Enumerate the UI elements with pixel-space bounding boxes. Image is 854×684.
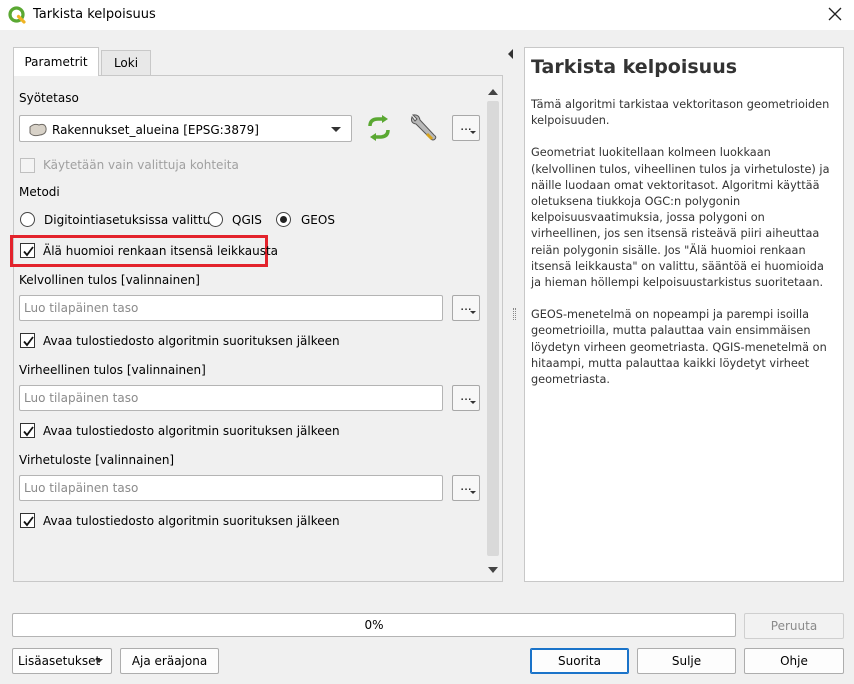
error-output-options-button[interactable]: ... xyxy=(452,475,480,501)
collapse-help-arrow-icon[interactable] xyxy=(508,49,513,59)
method-option-qgis: QGIS xyxy=(232,213,262,227)
input-layer-combobox[interactable]: Rakennukset_alueina [EPSG:3879] xyxy=(19,115,352,142)
error-output-input[interactable] xyxy=(20,476,442,500)
selected-only-label: Käytetään vain valittuja kohteita xyxy=(43,158,239,172)
chevron-down-icon xyxy=(470,401,476,404)
run-button[interactable]: Suorita xyxy=(530,648,629,674)
input-layer-label: Syötetaso xyxy=(19,91,79,105)
window-title: Tarkista kelpoisuus xyxy=(33,7,156,22)
invalid-output-options-button[interactable]: ... xyxy=(452,385,480,411)
input-layer-options-button[interactable]: ... xyxy=(452,115,480,141)
method-radio-qgis[interactable] xyxy=(208,212,223,227)
scroll-down-arrow-icon[interactable] xyxy=(488,567,498,573)
help-panel: Tarkista kelpoisuus Tämä algoritmi tarki… xyxy=(524,47,844,582)
advanced-button[interactable]: Lisäasetukset xyxy=(12,648,112,674)
check-icon xyxy=(23,426,34,437)
help-title: Tarkista kelpoisuus xyxy=(531,56,738,78)
valid-output-label: Kelvollinen tulos [valinnainen] xyxy=(19,273,200,287)
chevron-down-icon xyxy=(331,127,341,132)
batch-button[interactable]: Aja eräajona xyxy=(120,648,219,674)
method-label: Metodi xyxy=(19,185,60,199)
radio-selected-dot xyxy=(280,216,287,223)
help-button[interactable]: Ohje xyxy=(744,648,844,674)
chevron-down-icon xyxy=(95,659,103,663)
scrollbar-thumb[interactable] xyxy=(487,101,499,556)
chevron-down-icon xyxy=(470,491,476,494)
open-invalid-output-label: Avaa tulostiedosto algoritmin suoritukse… xyxy=(43,424,340,438)
close-button[interactable]: Sulje xyxy=(637,648,736,674)
valid-output-field[interactable] xyxy=(19,295,443,321)
advanced-button-label: Lisäasetukset xyxy=(18,654,101,668)
tab-parameters[interactable]: Parametrit xyxy=(13,47,99,76)
help-paragraph: Tämä algoritmi tarkistaa vektoritason ge… xyxy=(531,98,830,128)
valid-output-input[interactable] xyxy=(20,296,442,320)
invalid-output-input[interactable] xyxy=(20,386,442,410)
qgis-logo-icon xyxy=(8,6,26,24)
check-icon xyxy=(23,336,34,347)
method-radio-geos[interactable] xyxy=(276,212,291,227)
valid-output-options-button[interactable]: ... xyxy=(452,295,480,321)
check-icon xyxy=(23,246,34,257)
error-output-label: Virhetuloste [valinnainen] xyxy=(19,453,175,467)
method-option-geos: GEOS xyxy=(301,213,335,227)
chevron-down-icon xyxy=(470,311,476,314)
progress-label: 0% xyxy=(364,618,384,632)
method-option-digitizing: Digitointiasetuksissa valittu xyxy=(44,213,211,227)
help-paragraph: Geometriat luokitellaan kolmeen luokkaan… xyxy=(531,146,830,290)
open-valid-output-checkbox[interactable] xyxy=(20,333,35,348)
error-output-field[interactable] xyxy=(19,475,443,501)
selected-only-checkbox[interactable] xyxy=(20,158,35,173)
title-bar: Tarkista kelpoisuus xyxy=(0,0,854,30)
open-valid-output-label: Avaa tulostiedosto algoritmin suoritukse… xyxy=(43,334,340,348)
invalid-output-label: Virheellinen tulos [valinnainen] xyxy=(19,363,206,377)
check-icon xyxy=(23,516,34,527)
polygon-layer-icon xyxy=(29,123,47,137)
parameters-panel xyxy=(13,75,503,582)
cancel-button[interactable]: Peruuta xyxy=(744,613,844,639)
open-error-output-label: Avaa tulostiedosto algoritmin suoritukse… xyxy=(43,514,340,528)
close-icon[interactable] xyxy=(826,5,844,23)
method-radio-digitizing[interactable] xyxy=(20,212,35,227)
invalid-output-field[interactable] xyxy=(19,385,443,411)
wrench-icon[interactable] xyxy=(407,112,439,144)
splitter-handle[interactable] xyxy=(513,308,516,320)
open-error-output-checkbox[interactable] xyxy=(20,513,35,528)
refresh-icon[interactable] xyxy=(364,114,394,142)
tab-log[interactable]: Loki xyxy=(101,50,151,75)
ignore-ring-checkbox[interactable] xyxy=(20,243,35,258)
help-paragraph: GEOS-menetelmä on nopeampi ja parempi is… xyxy=(531,308,827,387)
parameters-scrollbar[interactable] xyxy=(484,83,502,580)
chevron-down-icon xyxy=(470,131,476,134)
open-invalid-output-checkbox[interactable] xyxy=(20,423,35,438)
progress-bar: 0% xyxy=(12,613,736,637)
scroll-up-arrow-icon[interactable] xyxy=(488,89,498,95)
ignore-ring-label: Älä huomioi renkaan itsensä leikkausta xyxy=(43,244,279,258)
input-layer-value: Rakennukset_alueina [EPSG:3879] xyxy=(52,123,259,137)
